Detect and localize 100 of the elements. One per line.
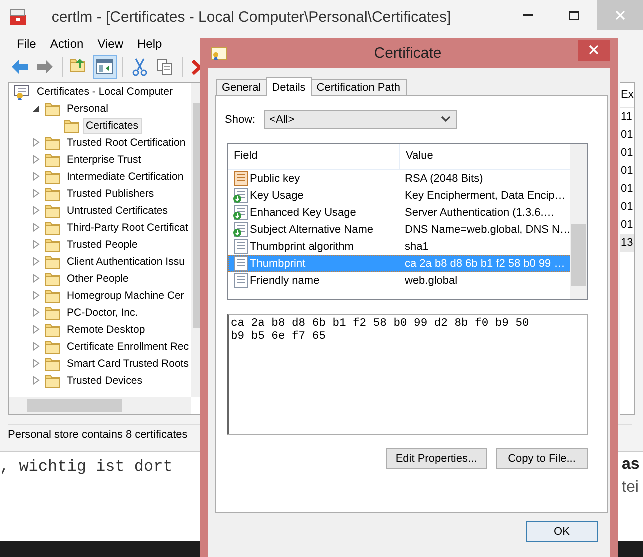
field-name: Thumbprint (250, 258, 306, 270)
folder-icon (45, 202, 61, 218)
collapsed-arrow-icon[interactable] (32, 189, 41, 198)
folder-icon (45, 322, 61, 338)
list-row[interactable]: Key Usage Key Encipherment, Data Encip… (228, 187, 572, 204)
tree-item[interactable]: Trusted Devices (64, 372, 146, 388)
field-name: Key Usage (250, 190, 304, 202)
field-value: sha1 (405, 240, 429, 252)
document-icon (233, 272, 249, 289)
tree-item[interactable]: Trusted People (64, 236, 141, 252)
window-title: Certificate (373, 44, 443, 62)
tree-item[interactable]: Certificates - Local Computer (34, 84, 176, 100)
tree-item[interactable]: Smart Card Trusted Roots (64, 356, 191, 372)
folder-icon (45, 186, 61, 202)
button[interactable]: Edit Properties... (386, 448, 487, 469)
tab[interactable]: General (216, 79, 268, 95)
table-cell-text: 01 (620, 146, 634, 161)
tab[interactable]: Details (266, 77, 312, 96)
scrollbar[interactable] (570, 144, 587, 299)
status-text: Personal store contains 8 certificates (8, 429, 188, 441)
tree-item[interactable]: Certificates (83, 118, 142, 134)
collapsed-arrow-icon[interactable] (32, 359, 41, 368)
document-download-icon (233, 221, 249, 238)
collapsed-arrow-icon[interactable] (32, 274, 41, 283)
dropdown[interactable]: <All> (264, 110, 457, 129)
field-value: ca 2a b8 d8 6b b1 f2 58 b0 99 … (405, 258, 566, 270)
table-cell-text: 01 (620, 128, 634, 143)
code-text: , wichtig ist dort (0, 458, 173, 476)
scrollbar[interactable] (9, 397, 191, 414)
tree-item[interactable]: Untrusted Certificates (64, 202, 171, 218)
collapsed-arrow-icon[interactable] (32, 376, 41, 385)
collapsed-arrow-icon[interactable] (32, 138, 41, 147)
column-header[interactable]: Value (400, 144, 572, 169)
list-row[interactable]: Public key RSA (2048 Bits) (228, 170, 572, 187)
tree-item[interactable]: Trusted Publishers (64, 186, 158, 202)
folder-icon (45, 134, 61, 150)
tree-item[interactable]: Third-Party Root Certificat (64, 220, 191, 236)
expanded-arrow-icon[interactable] (32, 104, 41, 113)
folder-icon (45, 152, 61, 168)
paragraph-text: tei (622, 479, 639, 497)
field-value: web.global (405, 274, 458, 286)
field-value: Key Encipherment, Data Encip… (405, 190, 566, 202)
window-title: certlm - [Certificates - Local Computer\Personal\Certificates] (50, 8, 452, 26)
field-value: RSA (2048 Bits) (405, 172, 484, 184)
field-name: Enhanced Key Usage (250, 206, 356, 218)
table-cell: 13 (620, 234, 634, 252)
table-cell-text: 01 (620, 200, 634, 215)
tree-item[interactable]: Personal (64, 100, 112, 116)
collapsed-arrow-icon[interactable] (32, 257, 41, 266)
list-row[interactable]: Friendly name web.global (228, 272, 572, 289)
button[interactable]: Copy to File... (496, 448, 588, 469)
folder-icon (45, 236, 61, 252)
folder-icon (64, 118, 80, 134)
column-header[interactable]: Field (228, 144, 400, 169)
list-row[interactable]: Subject Alternative Name DNS Name=web.global, DNS N… (228, 221, 572, 238)
menu-item[interactable]: Help (130, 37, 170, 51)
collapsed-arrow-icon[interactable] (32, 172, 41, 181)
key-document-icon (233, 170, 249, 187)
tree-item[interactable]: Remote Desktop (64, 322, 148, 338)
document-icon (233, 238, 249, 255)
tree-item[interactable]: Homegroup Machine Cer (64, 288, 188, 304)
collapsed-arrow-icon[interactable] (32, 342, 41, 351)
collapsed-arrow-icon[interactable] (32, 325, 41, 334)
folder-icon (45, 100, 61, 116)
collapsed-arrow-icon[interactable] (32, 223, 41, 232)
menu-item[interactable]: View (90, 37, 130, 51)
menu-item[interactable]: File (10, 37, 44, 51)
ok-button[interactable]: OK (526, 521, 598, 542)
folder-icon (45, 168, 61, 184)
list-row[interactable]: Enhanced Key Usage Server Authentication (1.3.6.… (228, 204, 572, 221)
maximize-icon (569, 10, 579, 20)
close-icon (578, 40, 610, 61)
collapsed-arrow-icon[interactable] (32, 240, 41, 249)
tree-item[interactable]: Certificate Enrollment Rec (64, 338, 191, 354)
tree-item[interactable]: Enterprise Trust (64, 152, 144, 168)
tree-item[interactable]: Client Authentication Issu (64, 254, 188, 270)
folder-icon (45, 254, 61, 270)
collapsed-arrow-icon[interactable] (32, 206, 41, 215)
collapsed-arrow-icon[interactable] (32, 308, 41, 317)
collapsed-arrow-icon[interactable] (32, 155, 41, 164)
field-name: Subject Alternative Name (250, 224, 374, 236)
list-row[interactable]: Thumbprint algorithm sha1 (228, 238, 572, 255)
folder-icon (45, 356, 61, 372)
value-text-area[interactable]: ca 2a b8 d8 6b b1 f2 58 b0 99 d2 8b f0 b9 50 b9 b5 6e f7 65 (227, 314, 588, 435)
collapsed-arrow-icon[interactable] (32, 291, 41, 300)
folder-icon (45, 372, 61, 388)
folder-icon (45, 270, 61, 286)
heading: as (622, 456, 640, 474)
toolbox-icon (8, 8, 28, 26)
tree-item[interactable]: Intermediate Certification (64, 168, 187, 184)
document-download-icon (233, 187, 249, 204)
close-icon (616, 10, 624, 20)
tab[interactable]: Certification Path (310, 79, 407, 95)
column-header[interactable]: Ex (620, 83, 634, 108)
tree-item[interactable]: Other People (64, 270, 132, 286)
menu-item[interactable]: Action (43, 37, 91, 51)
folder-icon (45, 288, 61, 304)
tree-item[interactable]: PC-Doctor, Inc. (64, 304, 142, 320)
tree-item[interactable]: Trusted Root Certification (64, 134, 189, 150)
panel-icon[interactable] (94, 56, 116, 78)
